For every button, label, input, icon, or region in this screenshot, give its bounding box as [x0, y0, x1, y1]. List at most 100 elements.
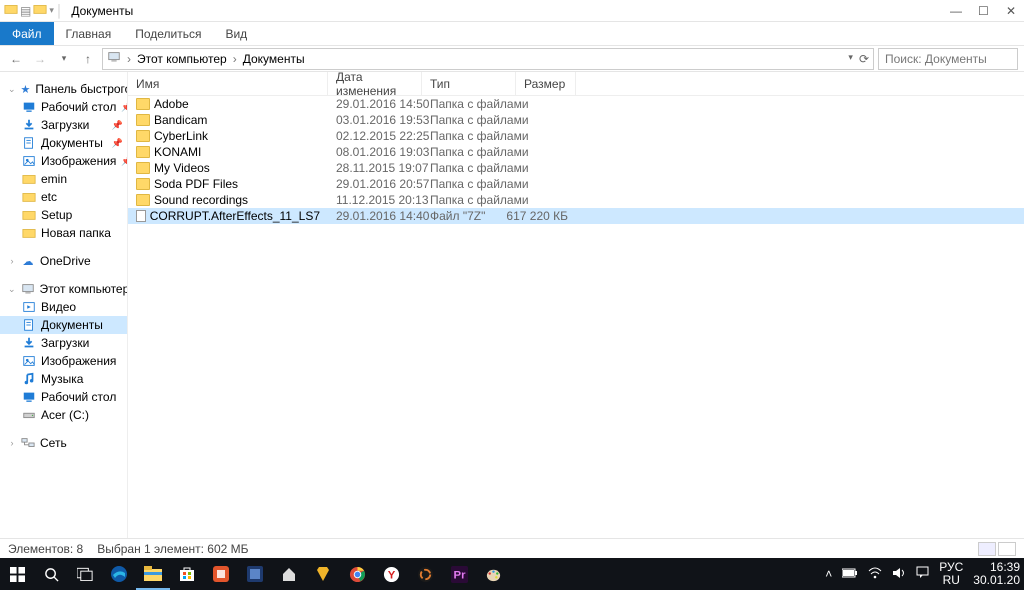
search-icon[interactable]	[34, 558, 68, 590]
tree-quick-access[interactable]: ⌄ ★ Панель быстрого до	[0, 80, 127, 98]
start-button[interactable]	[0, 558, 34, 590]
tree-quick-item[interactable]: emin	[0, 170, 127, 188]
tray-wifi-icon[interactable]	[868, 567, 882, 582]
file-type: Папка с файлами	[422, 129, 516, 143]
taskbar-app-round[interactable]	[408, 558, 442, 590]
address-dropdown-icon[interactable]: ▾	[848, 52, 853, 66]
tree-quick-item[interactable]: Setup	[0, 206, 127, 224]
taskbar-paint[interactable]	[476, 558, 510, 590]
tree-this-pc[interactable]: ⌄ Этот компьютер	[0, 280, 127, 298]
tray-lang2[interactable]: RU	[939, 574, 963, 587]
tree-pc-item[interactable]: Изображения	[0, 352, 127, 370]
file-row[interactable]: Soda PDF Files29.01.2016 20:57Папка с фа…	[128, 176, 1024, 192]
close-button[interactable]: ✕	[1006, 4, 1016, 18]
file-type: Папка с файлами	[422, 177, 516, 191]
taskbar-edge[interactable]	[102, 558, 136, 590]
tree-label: Загрузки	[41, 118, 89, 132]
tree-pc-item[interactable]: Загрузки	[0, 334, 127, 352]
tree-pc-item[interactable]: Acer (C:)	[0, 406, 127, 424]
tree-label: Этот компьютер	[40, 282, 128, 296]
tray-expand-icon[interactable]: ˄	[825, 567, 832, 581]
tab-home[interactable]: Главная	[54, 22, 124, 45]
tree-quick-item[interactable]: etc	[0, 188, 127, 206]
file-row[interactable]: Adobe29.01.2016 14:50Папка с файлами	[128, 96, 1024, 112]
properties-icon[interactable]: ▤	[20, 4, 31, 18]
up-button[interactable]: ↑	[78, 52, 98, 66]
tree-quick-item[interactable]: Документы📌	[0, 134, 127, 152]
taskbar-app-yellow[interactable]	[306, 558, 340, 590]
taskbar-app-house[interactable]	[272, 558, 306, 590]
view-details-icon[interactable]	[978, 542, 996, 556]
tab-view[interactable]: Вид	[213, 22, 259, 45]
file-date: 11.12.2015 20:13	[328, 193, 422, 207]
tree-network[interactable]: › Сеть	[0, 434, 127, 452]
chevron-right-icon[interactable]: ›	[127, 52, 131, 66]
collapse-icon[interactable]: ⌄	[8, 84, 16, 95]
column-type[interactable]: Тип	[422, 72, 516, 95]
tree-label: Документы	[41, 136, 103, 150]
file-row[interactable]: CORRUPT.AfterEffects_11_LS729.01.2016 14…	[128, 208, 1024, 224]
taskbar-explorer[interactable]	[136, 558, 170, 590]
file-name: CyberLink	[154, 129, 208, 143]
tree-label: Рабочий стол	[41, 100, 116, 114]
folder-icon	[22, 226, 36, 240]
tree-pc-item[interactable]: Видео	[0, 298, 127, 316]
tray-date[interactable]: 30.01.20	[973, 574, 1020, 587]
tree-pc-item[interactable]: Документы	[0, 316, 127, 334]
breadcrumb-this-pc[interactable]: Этот компьютер	[137, 52, 227, 66]
column-size[interactable]: Размер	[516, 72, 576, 95]
tree-quick-item[interactable]: Изображения📌	[0, 152, 127, 170]
qat-dropdown-icon[interactable]: ▾	[49, 5, 54, 16]
pin-icon: 📌	[121, 102, 128, 113]
column-date[interactable]: Дата изменения	[328, 72, 422, 95]
file-row[interactable]: Sound recordings11.12.2015 20:13Папка с …	[128, 192, 1024, 208]
folder-icon	[4, 2, 18, 19]
file-size: 617 220 КБ	[516, 209, 576, 223]
task-view-icon[interactable]	[68, 558, 102, 590]
tree-label: Setup	[41, 208, 72, 222]
tray-battery-icon[interactable]	[842, 567, 858, 581]
tab-file[interactable]: Файл	[0, 22, 54, 45]
maximize-button[interactable]: ☐	[978, 4, 988, 18]
tree-quick-item[interactable]: Новая папка	[0, 224, 127, 242]
collapse-icon[interactable]: ⌄	[8, 284, 16, 295]
file-name: Bandicam	[154, 113, 207, 127]
tree-quick-item[interactable]: Загрузки📌	[0, 116, 127, 134]
tray-volume-icon[interactable]	[892, 567, 906, 582]
back-button[interactable]: ←	[6, 52, 26, 66]
desktop-icon	[22, 390, 36, 404]
ribbon-help-icon[interactable]	[1008, 22, 1024, 45]
tree-label: Новая папка	[41, 226, 111, 240]
forward-button[interactable]: →	[30, 52, 50, 66]
column-name[interactable]: Имя	[128, 72, 328, 95]
recent-dropdown-icon[interactable]: ▾	[54, 53, 74, 64]
minimize-button[interactable]: —	[950, 4, 960, 18]
refresh-icon[interactable]: ⟳	[859, 52, 869, 66]
folder-icon	[136, 114, 150, 126]
tree-pc-item[interactable]: Музыка	[0, 370, 127, 388]
tree-pc-item[interactable]: Рабочий стол	[0, 388, 127, 406]
address-bar[interactable]: › Этот компьютер › Документы ▾ ⟳	[102, 48, 874, 70]
tab-share[interactable]: Поделиться	[123, 22, 213, 45]
tray-notification-icon[interactable]	[916, 566, 929, 582]
open-folder-icon[interactable]	[33, 2, 47, 19]
taskbar-premiere[interactable]: Pr	[442, 558, 476, 590]
file-row[interactable]: Bandicam03.01.2016 19:53Папка с файлами	[128, 112, 1024, 128]
taskbar-chrome[interactable]	[340, 558, 374, 590]
tree-label: Рабочий стол	[41, 390, 116, 404]
view-large-icon[interactable]	[998, 542, 1016, 556]
tree-onedrive[interactable]: › ☁ OneDrive	[0, 252, 127, 270]
breadcrumb-documents[interactable]: Документы	[243, 52, 305, 66]
tree-quick-item[interactable]: Рабочий стол 📌	[0, 98, 127, 116]
search-input[interactable]: Поиск: Документы	[878, 48, 1018, 70]
taskbar-yandex[interactable]: Y	[374, 558, 408, 590]
file-row[interactable]: CyberLink02.12.2015 22:25Папка с файлами	[128, 128, 1024, 144]
chevron-right-icon[interactable]: ›	[233, 52, 237, 66]
file-type: Папка с файлами	[422, 97, 516, 111]
file-row[interactable]: KONAMI08.01.2016 19:03Папка с файлами	[128, 144, 1024, 160]
taskbar-app-blue[interactable]	[238, 558, 272, 590]
taskbar-store[interactable]	[170, 558, 204, 590]
taskbar-app-orange[interactable]	[204, 558, 238, 590]
doc-icon	[22, 318, 36, 332]
file-row[interactable]: My Videos28.11.2015 19:07Папка с файлами	[128, 160, 1024, 176]
